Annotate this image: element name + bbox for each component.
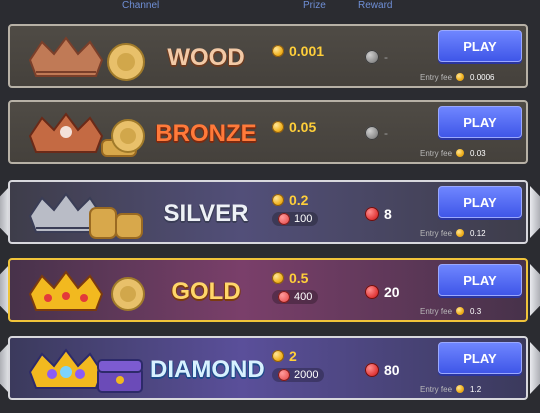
reward: 80 [365,362,425,378]
ticket-icon [278,213,290,225]
prize: 0.001 [272,43,364,73]
entry-fee: Entry fee 0.03 [420,146,526,160]
reward: 8 [365,206,425,222]
coin-icon [272,45,284,57]
prize-header: Prize [303,0,326,11]
ticket-value: 2000 [294,369,319,381]
coin-icon [456,149,465,157]
entry-fee-label: Entry fee [420,148,453,158]
entry-fee-value: 0.0006 [470,72,495,82]
prize: 0.5 400 [272,270,364,304]
entry-fee: Entry fee 0.12 [420,226,526,240]
reward-icon [365,126,379,140]
prize-value: 2 [289,348,297,364]
prize-value: 0.5 [289,270,309,286]
reward-icon [365,207,379,221]
play-button[interactable]: PLAY [438,106,522,138]
entry-fee-label: Entry fee [420,72,453,82]
entry-fee: Entry fee 0.0006 [420,70,526,84]
play-button[interactable]: PLAY [438,30,522,62]
channel-row-bronze: BRONZE 0.05 - PLAY Entry fee 0.03 [0,100,540,164]
ticket-value: 100 [294,213,313,225]
channel-row-silver: SILVER 0.2 100 8 PLAY Entry fee 0.12 [0,180,540,244]
ticket-icon [278,291,290,303]
entry-fee: Entry fee 1.2 [420,382,526,396]
ticket-icon [278,369,290,381]
ticket-value: 400 [294,291,313,303]
coin-icon [272,272,284,284]
reward: 20 [365,284,425,300]
ticket-badge: 400 [272,290,319,304]
channel-card: SILVER 0.2 100 8 PLAY Entry fee 0.12 [8,180,528,244]
ticket-badge: 100 [272,212,319,226]
coin-icon [272,194,284,206]
entry-fee: Entry fee 0.3 [420,304,526,318]
channel-title: SILVER [163,200,249,227]
entry-fee-value: 1.2 [470,384,482,394]
channel-card: WOOD 0.001 - PLAY Entry fee 0.0006 [8,24,528,88]
channel-title: DIAMOND [150,356,265,383]
channel-title: BRONZE [155,120,257,147]
coin-icon [456,229,465,237]
coin-icon [456,73,465,81]
coins-icon [111,277,145,311]
reward-header: Reward [358,0,393,11]
coin-icon [456,385,465,393]
coin-icon [272,121,284,133]
channel-card: DIAMOND 2 2000 80 PLAY Entry fee 1.2 [8,336,528,400]
reward-icon [365,285,379,299]
entry-fee-value: 0.3 [470,306,482,316]
play-button[interactable]: PLAY [438,186,522,218]
channel-row-wood: WOOD 0.001 - PLAY Entry fee 0.0006 [0,24,540,88]
table-header: Channel Prize Reward [0,0,540,16]
prize: 2 2000 [272,348,364,382]
entry-fee-label: Entry fee [420,228,453,238]
channel-title: GOLD [171,278,241,305]
prize-value: 0.001 [289,43,325,59]
channel-header: Channel [122,0,160,11]
prize-value: 0.2 [289,192,309,208]
coins-icon [107,43,145,81]
coins-icon [89,207,143,239]
ticket-badge: 2000 [272,368,325,382]
reward-value: 20 [384,284,400,300]
channel-card: GOLD 0.5 400 20 PLAY Entry fee 0.3 [8,258,528,322]
channel-title: WOOD [167,44,245,71]
coins-icon [101,119,145,157]
right-wing-decoration [530,264,540,316]
reward-value: - [384,126,388,140]
reward: - [365,50,425,64]
reward-icon [365,50,379,64]
prize: 0.05 [272,119,364,149]
play-button[interactable]: PLAY [438,342,522,374]
right-wing-decoration [530,342,540,394]
prize: 0.2 100 [272,192,364,226]
entry-fee-value: 0.12 [470,228,486,238]
treasure-chest-icon [97,359,143,393]
reward-value: 80 [384,362,400,378]
play-button[interactable]: PLAY [438,264,522,296]
entry-fee-label: Entry fee [420,384,453,394]
prize-value: 0.05 [289,119,317,135]
channel-card: BRONZE 0.05 - PLAY Entry fee 0.03 [8,100,528,164]
reward-value: 8 [384,206,392,222]
reward-icon [365,363,379,377]
coin-icon [456,307,465,315]
channel-row-gold: GOLD 0.5 400 20 PLAY Entry fee 0.3 [0,258,540,322]
entry-fee-label: Entry fee [420,306,453,316]
reward-value: - [384,50,388,64]
right-wing-decoration [530,186,540,238]
coin-icon [272,350,284,362]
reward: - [365,126,425,140]
entry-fee-value: 0.03 [470,148,486,158]
channel-row-diamond: DIAMOND 2 2000 80 PLAY Entry fee 1.2 [0,336,540,400]
